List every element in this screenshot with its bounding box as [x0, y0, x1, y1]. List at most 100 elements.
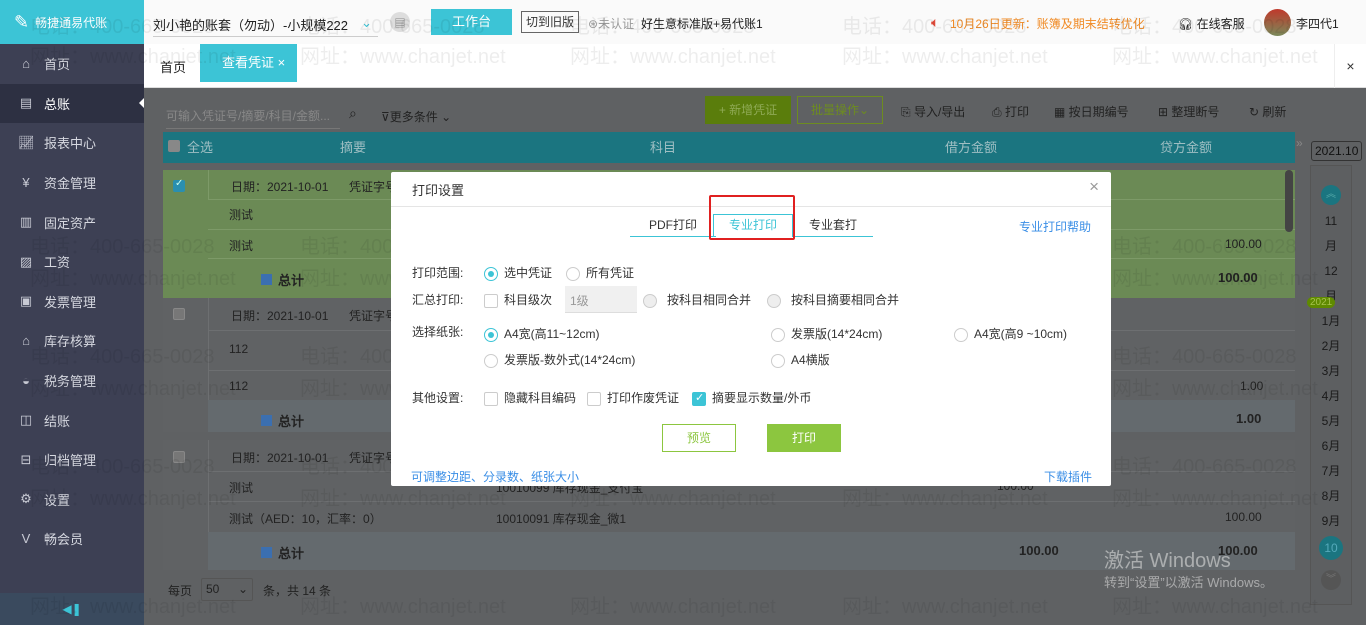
- col-debit: 借方金额: [945, 140, 998, 155]
- year-badge: 2021: [1307, 297, 1336, 308]
- close-icon[interactable]: ×: [1089, 177, 1099, 197]
- sidebar-item[interactable]: V 畅会员: [0, 519, 144, 559]
- more-filters-button[interactable]: ⊽更多条件 ⌄: [381, 108, 451, 125]
- watermark: 网址：www.chanjet.net: [570, 596, 776, 618]
- level-checkbox[interactable]: 科目级次: [484, 291, 552, 308]
- building-icon: ▥: [19, 214, 33, 230]
- month-item[interactable]: 6月: [1311, 434, 1351, 459]
- watermark: 网址：www.chanjet.net: [842, 488, 1048, 510]
- show-quantity-checkbox[interactable]: 摘要显示数量/外币: [692, 389, 811, 406]
- batch-ops-button[interactable]: 批量操作⌄: [797, 96, 883, 124]
- chevron-up-icon[interactable]: ︽: [1321, 185, 1341, 205]
- close-all-tabs-button[interactable]: ×: [1334, 44, 1366, 88]
- table-scrollbar[interactable]: [1285, 170, 1293, 232]
- watermark: 电话：400-665-0028: [30, 456, 215, 478]
- month-item[interactable]: 1月: [1311, 309, 1351, 334]
- watermark: 网址：www.chanjet.net: [842, 596, 1048, 618]
- help-link[interactable]: 专业打印帮助: [1019, 218, 1091, 235]
- expand-icon[interactable]: »: [1296, 136, 1303, 150]
- entry-account: 10010091 库存现金_微1: [496, 512, 627, 526]
- chevron-down-icon[interactable]: ︾: [1321, 570, 1341, 590]
- print-confirm-button[interactable]: 打印: [767, 424, 841, 452]
- sidebar-item[interactable]: ▤ 总账: [0, 83, 144, 124]
- add-voucher-button[interactable]: + 新增凭证: [705, 96, 791, 124]
- watermark: 电话：400-665-0028: [30, 16, 215, 38]
- row-checkbox[interactable]: ✓: [173, 178, 185, 192]
- paper-a4-narrow-radio[interactable]: A4宽(高9 ~10cm): [954, 325, 1067, 342]
- vip-icon: V: [21, 531, 31, 547]
- close-icon[interactable]: ×: [278, 55, 286, 70]
- month-item[interactable]: 10: [1319, 536, 1343, 560]
- import-export-button[interactable]: ⎘ 导入/导出: [901, 103, 965, 120]
- watermark: 电话：400-665-0028: [1112, 346, 1297, 368]
- merge-account-radio[interactable]: 按科目相同合并: [643, 291, 751, 308]
- range-selected-radio[interactable]: 选中凭证: [484, 264, 552, 281]
- merge-summary-radio[interactable]: 按科目摘要相同合并: [767, 291, 899, 308]
- watermark: 网址：www.chanjet.net: [1112, 268, 1318, 290]
- renumber-button[interactable]: ⊞ 整理断号: [1158, 103, 1219, 120]
- search-input[interactable]: 可输入凭证号/摘要/科目/金额...: [166, 107, 340, 129]
- month-item[interactable]: 7月: [1311, 459, 1351, 484]
- print-void-checkbox[interactable]: 打印作废凭证: [587, 389, 679, 406]
- invoice-icon: ▣: [19, 293, 33, 309]
- period-selector[interactable]: 2021.10: [1311, 141, 1363, 161]
- search-icon[interactable]: ⌕: [349, 105, 357, 122]
- ledger-icon: ▤: [19, 95, 33, 111]
- total-debit: 100.00: [1019, 543, 1059, 558]
- preview-button[interactable]: 预览: [662, 424, 736, 452]
- watermark: 电话：400-665-0028: [570, 16, 755, 38]
- total-label: 总计: [261, 270, 304, 289]
- col-credit: 贷方金额: [1160, 140, 1213, 155]
- watermark: 网址：www.chanjet.net: [300, 596, 506, 618]
- refresh-button[interactable]: ↻ 刷新: [1249, 103, 1286, 120]
- other-label: 其他设置:: [412, 391, 464, 405]
- watermark: 电话：400-665-0028: [300, 16, 485, 38]
- month-item[interactable]: 5月: [1311, 409, 1351, 434]
- watermark: 网址：www.chanjet.net: [30, 268, 236, 290]
- chart-icon: 📈︎: [18, 134, 35, 150]
- sidebar: ⌂ 首页 ▤ 总账 📈︎ 报表中心 ¥ 资金管理 ▥ 固定资产 ▨ 工资 ▣ 发票管理 ⌂ 库存核算 ◒ 税务管理…: [0, 44, 144, 625]
- paper-a4-wide-radio[interactable]: A4宽(高11~12cm): [484, 325, 599, 342]
- tab-pdf-print[interactable]: PDF打印: [630, 215, 716, 237]
- watermark: 网址：www.chanjet.net: [300, 46, 506, 68]
- watermark: 电话：400-665-0028: [1112, 16, 1297, 38]
- date-number-button[interactable]: ▦ 按日期编号: [1054, 103, 1129, 120]
- month-item[interactable]: 月: [1311, 234, 1351, 259]
- watermark: 网址：www.chanjet.net: [1112, 488, 1318, 510]
- user-name[interactable]: 李四代1: [1296, 15, 1339, 32]
- calculator-icon: [261, 274, 272, 285]
- paper-a4-landscape-radio[interactable]: A4横版: [771, 351, 830, 368]
- col-account: 科目: [650, 140, 677, 155]
- month-item[interactable]: 11: [1311, 209, 1351, 234]
- level-input[interactable]: 1级: [565, 286, 637, 313]
- sidebar-item[interactable]: ◫ 结账: [0, 400, 144, 440]
- total-label: 总计: [261, 543, 304, 562]
- watermark: 网址：www.chanjet.net: [1112, 378, 1318, 400]
- watermark: 电话：400-665-0028: [1112, 236, 1297, 258]
- watermark: 网址：www.chanjet.net: [1112, 46, 1318, 68]
- paper-invoice-outside-radio[interactable]: 发票版-数外式(14*24cm): [484, 351, 635, 368]
- tab-template-print[interactable]: 专业套打: [793, 215, 873, 237]
- entry-summary: 112: [229, 342, 249, 356]
- print-button[interactable]: ⎙ 打印: [992, 103, 1029, 120]
- range-all-radio[interactable]: 所有凭证: [566, 264, 634, 281]
- entry-summary: 测试（AED：10，汇率：0）: [229, 512, 382, 526]
- sidebar-item[interactable]: 📈︎ 报表中心: [0, 123, 144, 163]
- feather-icon: ✎: [14, 11, 30, 32]
- paper-invoice-radio[interactable]: 发票版(14*24cm): [771, 325, 882, 342]
- row-checkbox[interactable]: [173, 308, 185, 320]
- summary-label: 汇总打印:: [412, 293, 464, 307]
- calculator-icon: [261, 547, 272, 558]
- print-settings-dialog: 打印设置 × PDF打印 专业打印 专业套打 专业打印帮助 打印范围: 选中凭证…: [391, 172, 1111, 486]
- total-label: 总计: [261, 411, 304, 430]
- month-item[interactable]: 2月: [1311, 334, 1351, 359]
- hide-code-checkbox[interactable]: 隐藏科目编码: [484, 389, 576, 406]
- select-all-label[interactable]: 全选: [187, 132, 213, 163]
- adjust-margin-link[interactable]: 可调整边距、分录数、纸张大小: [411, 468, 579, 485]
- sidebar-item[interactable]: ¥ 资金管理: [0, 163, 144, 203]
- month-item[interactable]: 9月: [1311, 509, 1351, 534]
- download-plugin-link[interactable]: 下载插件: [1044, 468, 1092, 485]
- select-all-checkbox[interactable]: [168, 140, 180, 152]
- watermark: 电话：400-665-0028: [1112, 456, 1297, 478]
- total-credit: 1.00: [1236, 411, 1262, 426]
